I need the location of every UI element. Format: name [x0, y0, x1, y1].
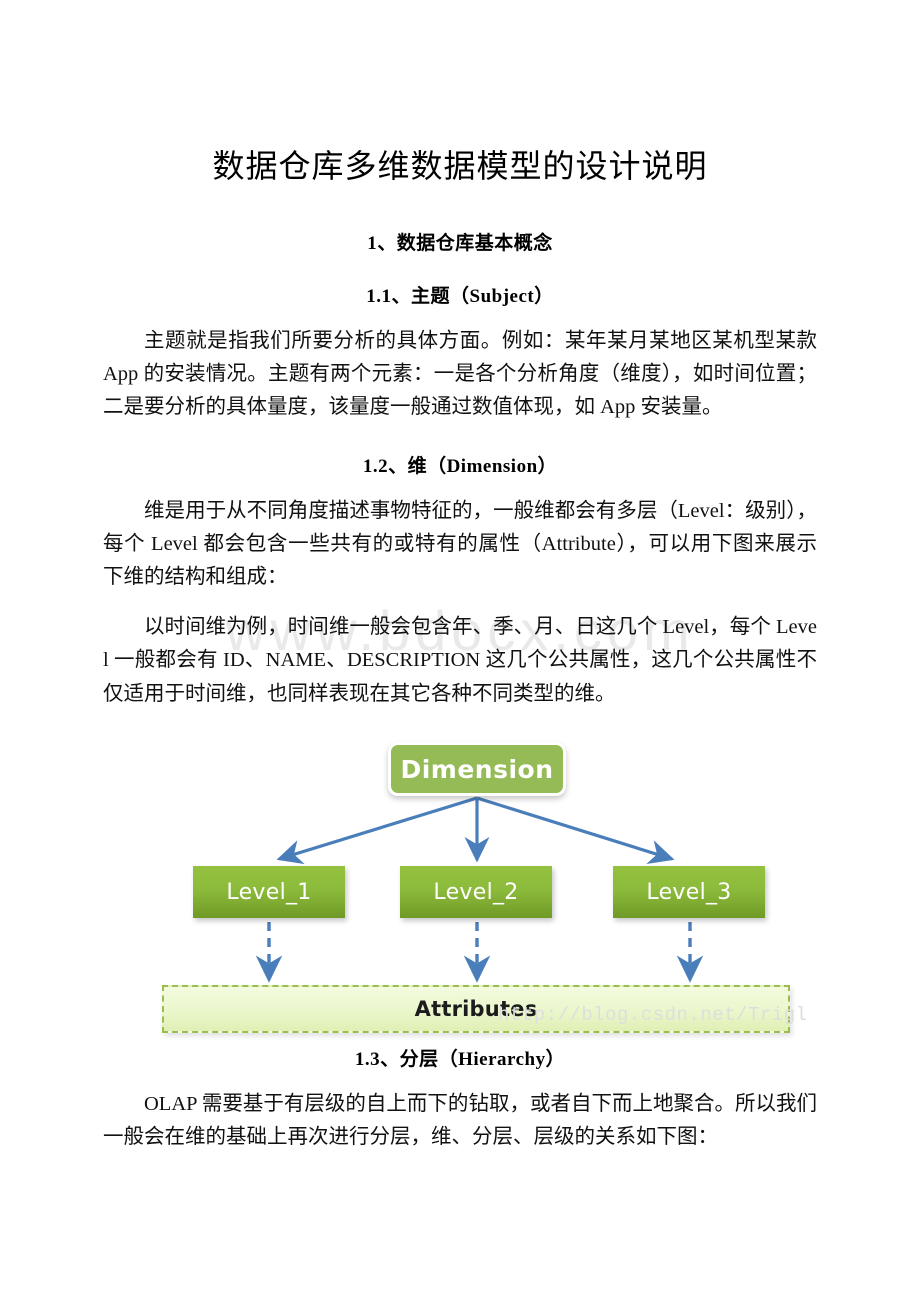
- arrow-dimension-to-level-3: [476, 796, 675, 865]
- document-page: www.bdocx.com 数据仓库多维数据模型的设计说明 1、数据仓库基本概念…: [0, 0, 920, 1302]
- diagram-node-level-1: Level_1: [193, 866, 345, 918]
- section-heading-1: 1、数据仓库基本概念: [367, 233, 553, 254]
- diagram-node-level-3: Level_3: [613, 866, 765, 918]
- document-content-lower: 1.3、分层（Hierarchy） OLAP 需要基于有层级的自上而下的钻取，或…: [0, 1044, 920, 1154]
- diagram-node-dimension: Dimension: [388, 742, 566, 796]
- diagram-node-attributes: Attributes: [162, 985, 790, 1033]
- subsection-heading-1-1: 1.1、主题（Subject）: [366, 286, 554, 307]
- arrow-dimension-to-level-1: [276, 796, 478, 865]
- paragraph-dimension-2: 以时间维为例，时间维一般会包含年、季、月、日这几个 Level，每个 Level…: [103, 616, 817, 705]
- page-title: 数据仓库多维数据模型的设计说明: [212, 148, 708, 184]
- paragraph-hierarchy: OLAP 需要基于有层级的自上而下的钻取，或者自下而上地聚合。所以我们一般会在维…: [103, 1093, 817, 1149]
- paragraph-subject: 主题就是指我们所要分析的具体方面。例如：某年某月某地区某机型某款 App 的安装…: [103, 330, 817, 419]
- subsection-heading-1-2: 1.2、维（Dimension）: [362, 455, 558, 477]
- document-content: 数据仓库多维数据模型的设计说明 1、数据仓库基本概念 1.1、主题（Subjec…: [0, 0, 920, 711]
- subsection-heading-1-3: 1.3、分层（Hierarchy）: [354, 1049, 566, 1070]
- paragraph-dimension-1: 维是用于从不同角度描述事物特征的，一般维都会有多层（Level：级别），每个 L…: [103, 499, 817, 589]
- diagram-node-level-2: Level_2: [400, 866, 552, 918]
- dimension-structure-diagram: Dimension Level_1 Level_2 Level_3 Attrib…: [0, 726, 920, 1036]
